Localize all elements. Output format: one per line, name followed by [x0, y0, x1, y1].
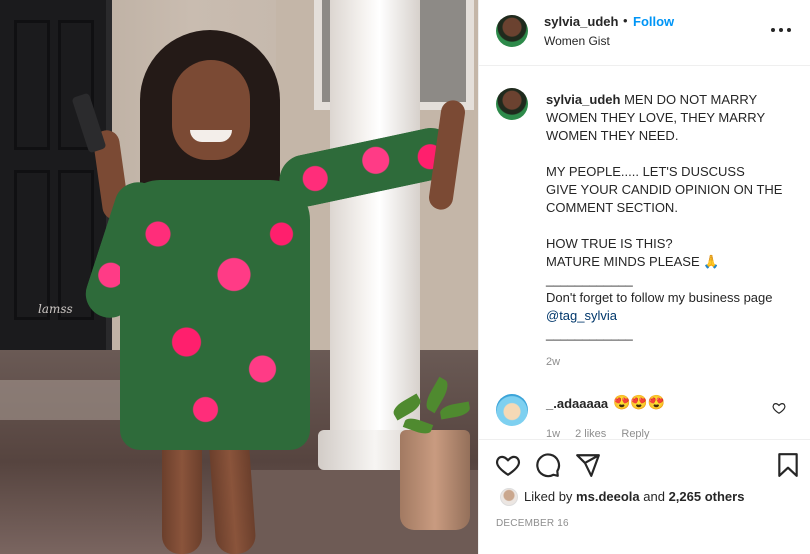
caption-line-5: MATURE MINDS PLEASE 🙏	[546, 254, 720, 269]
image-watermark: lamss	[38, 302, 73, 316]
comment-likes[interactable]: 2 likes	[575, 428, 606, 439]
commenter-username[interactable]: _.adaaaaa	[546, 396, 608, 411]
reply-button[interactable]: Reply	[621, 428, 649, 439]
comment-like-heart-icon[interactable]	[772, 401, 786, 415]
share-icon[interactable]	[575, 452, 601, 478]
comments-section[interactable]: sylvia_udeh MEN DO NOT MARRY WOMEN THEY …	[479, 67, 810, 439]
comment-text: 😍😍😍	[613, 394, 666, 410]
mention-link[interactable]: @tag_sylvia	[546, 308, 617, 323]
likes-others-count[interactable]: 2,265 others	[669, 489, 745, 504]
liker-username[interactable]: ms.deeola	[576, 489, 640, 504]
caption-timestamp[interactable]: 2w	[546, 356, 560, 368]
post-caption: sylvia_udeh MEN DO NOT MARRY WOMEN THEY …	[546, 91, 796, 343]
post-location[interactable]: Women Gist	[544, 34, 610, 48]
separator-dot: •	[623, 13, 628, 28]
post-side-panel: sylvia_udeh • Follow Women Gist sylvia_u…	[478, 0, 810, 554]
heart-icon[interactable]	[495, 452, 521, 478]
liker-avatar[interactable]	[500, 488, 518, 506]
likes-summary: Liked by ms.deeola and 2,265 others	[524, 489, 744, 504]
caption-author-avatar[interactable]	[496, 88, 528, 120]
post-image[interactable]: lamss	[0, 0, 478, 554]
caption-line-6: Don't forget to follow my business page	[546, 290, 773, 305]
caption-line-4: HOW TRUE IS THIS?	[546, 236, 673, 251]
liked-by-prefix: Liked by	[524, 489, 577, 504]
caption-divider-1: ____________	[546, 272, 633, 287]
post-date[interactable]: DECEMBER 16	[496, 518, 569, 529]
comment-icon[interactable]	[535, 452, 561, 478]
author-avatar[interactable]	[496, 15, 528, 47]
bookmark-icon[interactable]	[775, 452, 801, 478]
floral-dress	[120, 180, 310, 450]
commenter-avatar[interactable]	[496, 394, 528, 426]
person-figure	[71, 30, 467, 554]
caption-divider-2: ____________	[546, 326, 633, 341]
caption-username[interactable]: sylvia_udeh	[546, 92, 620, 107]
author-username[interactable]: sylvia_udeh	[544, 14, 618, 29]
and-text: and	[639, 489, 669, 504]
comment-meta: 1w 2 likes Reply	[546, 428, 662, 439]
follow-button[interactable]: Follow	[633, 14, 674, 29]
comment-time[interactable]: 1w	[546, 428, 560, 439]
post-actions: Liked by ms.deeola and 2,265 others DECE…	[479, 439, 810, 554]
post-header: sylvia_udeh • Follow Women Gist	[479, 0, 810, 66]
caption-line-2: MY PEOPLE..... LET'S DUSCUSS	[546, 164, 745, 179]
caption-line-3: GIVE YOUR CANDID OPINION ON THE COMMENT …	[546, 182, 783, 215]
more-options-icon[interactable]	[769, 20, 793, 40]
